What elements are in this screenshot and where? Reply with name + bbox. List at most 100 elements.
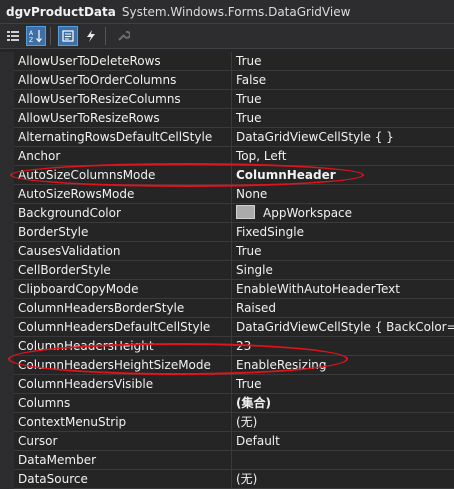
row-gutter xyxy=(0,261,14,280)
property-value[interactable]: True xyxy=(232,90,454,109)
property-name[interactable]: AlternatingRowsDefaultCellStyle xyxy=(14,128,232,147)
property-name[interactable]: CausesValidation xyxy=(14,242,232,261)
property-name[interactable]: ColumnHeadersHeightSizeMode xyxy=(14,356,232,375)
row-gutter xyxy=(0,185,14,204)
property-name[interactable]: AllowUserToResizeRows xyxy=(14,109,232,128)
property-row[interactable]: DataMember xyxy=(0,451,454,470)
property-name[interactable]: AutoSizeRowsMode xyxy=(14,185,232,204)
row-gutter xyxy=(0,166,14,185)
property-value[interactable]: DataGridViewCellStyle { } xyxy=(232,128,454,147)
property-name[interactable]: AutoSizeColumnsMode xyxy=(14,166,232,185)
property-row[interactable]: AlternatingRowsDefaultCellStyle DataGridV… xyxy=(0,128,454,147)
row-gutter xyxy=(0,71,14,90)
properties-icon[interactable] xyxy=(58,26,78,46)
color-swatch xyxy=(236,205,255,219)
property-row[interactable]: ColumnHeadersHeightSizeMode EnableResizin… xyxy=(0,356,454,375)
row-gutter xyxy=(0,242,14,261)
property-value[interactable]: (集合) xyxy=(232,394,454,413)
property-row[interactable]: DataSource (无) xyxy=(0,470,454,489)
property-value[interactable]: Default xyxy=(232,432,454,451)
property-name[interactable]: Anchor xyxy=(14,147,232,166)
property-name[interactable]: AllowUserToResizeColumns xyxy=(14,90,232,109)
property-value[interactable]: (无) xyxy=(232,470,454,489)
property-value[interactable]: EnableResizing xyxy=(232,356,454,375)
row-gutter xyxy=(0,375,14,394)
property-row[interactable]: AllowUserToResizeColumns True xyxy=(0,90,454,109)
row-gutter xyxy=(0,394,14,413)
property-row[interactable]: CellBorderStyle Single xyxy=(0,261,454,280)
property-value[interactable]: True xyxy=(232,52,454,71)
property-row[interactable]: Cursor Default xyxy=(0,432,454,451)
toolbar-separator xyxy=(50,27,51,45)
property-value[interactable]: EnableWithAutoHeaderText xyxy=(232,280,454,299)
alphabetical-icon[interactable]: A Z xyxy=(26,26,46,46)
property-value[interactable]: ColumnHeader xyxy=(232,166,454,185)
property-value[interactable]: True xyxy=(232,242,454,261)
row-gutter xyxy=(0,318,14,337)
property-name[interactable]: Cursor xyxy=(14,432,232,451)
property-row[interactable]: AllowUserToOrderColumns False xyxy=(0,71,454,90)
property-value[interactable]: True xyxy=(232,375,454,394)
property-row[interactable]: ColumnHeadersVisible True xyxy=(0,375,454,394)
row-gutter xyxy=(0,299,14,318)
row-gutter xyxy=(0,52,14,71)
row-gutter xyxy=(0,147,14,166)
property-row[interactable]: AllowUserToResizeRows True xyxy=(0,109,454,128)
property-row[interactable]: CausesValidation True xyxy=(0,242,454,261)
property-row[interactable]: Anchor Top, Left xyxy=(0,147,454,166)
row-gutter xyxy=(0,128,14,147)
property-value[interactable]: FixedSingle xyxy=(232,223,454,242)
property-name[interactable]: ContextMenuStrip xyxy=(14,413,232,432)
property-name[interactable]: ColumnHeadersBorderStyle xyxy=(14,299,232,318)
property-row[interactable]: ColumnHeadersDefaultCellStyle DataGridVie… xyxy=(0,318,454,337)
property-name[interactable]: BackgroundColor xyxy=(14,204,232,223)
property-row[interactable]: Columns (集合) xyxy=(0,394,454,413)
property-row[interactable]: ColumnHeadersBorderStyle Raised xyxy=(0,299,454,318)
row-gutter xyxy=(0,413,14,432)
row-gutter xyxy=(0,204,14,223)
property-name[interactable]: ColumnHeadersDefaultCellStyle xyxy=(14,318,232,337)
object-name: dgvProductData xyxy=(6,4,116,19)
property-value[interactable]: Top, Left xyxy=(232,147,454,166)
property-name[interactable]: ColumnHeadersHeight xyxy=(14,337,232,356)
property-value[interactable]: True xyxy=(232,109,454,128)
row-gutter xyxy=(0,90,14,109)
row-gutter xyxy=(0,280,14,299)
row-gutter xyxy=(0,356,14,375)
categorized-icon[interactable] xyxy=(3,26,23,46)
property-name[interactable]: DataSource xyxy=(14,470,232,489)
property-name[interactable]: BorderStyle xyxy=(14,223,232,242)
object-type: System.Windows.Forms.DataGridView xyxy=(121,4,351,19)
property-grid: AllowUserToDeleteRows True AllowUserToOrde… xyxy=(0,49,454,489)
events-icon[interactable] xyxy=(81,26,101,46)
property-name[interactable]: ClipboardCopyMode xyxy=(14,280,232,299)
property-value[interactable]: 23 xyxy=(232,337,454,356)
property-value[interactable]: None xyxy=(232,185,454,204)
property-row[interactable]: ContextMenuStrip (无) xyxy=(0,413,454,432)
property-value[interactable]: Raised xyxy=(232,299,454,318)
row-gutter xyxy=(0,451,14,470)
row-gutter xyxy=(0,337,14,356)
property-row[interactable]: AllowUserToDeleteRows True xyxy=(0,52,454,71)
property-row[interactable]: ClipboardCopyMode EnableWithAutoHeaderTex… xyxy=(0,280,454,299)
property-name[interactable]: AllowUserToOrderColumns xyxy=(14,71,232,90)
property-row[interactable]: AutoSizeColumnsMode ColumnHeader xyxy=(0,166,454,185)
property-name[interactable]: AllowUserToDeleteRows xyxy=(14,52,232,71)
property-row[interactable]: BackgroundColor AppWorkspace xyxy=(0,204,454,223)
row-gutter xyxy=(0,109,14,128)
property-value[interactable]: AppWorkspace xyxy=(232,204,454,223)
property-name[interactable]: CellBorderStyle xyxy=(14,261,232,280)
property-row[interactable]: BorderStyle FixedSingle xyxy=(0,223,454,242)
property-row[interactable]: ColumnHeadersHeight 23 xyxy=(0,337,454,356)
property-value[interactable]: DataGridViewCellStyle { BackColor=Co xyxy=(232,318,454,337)
property-value[interactable]: Single xyxy=(232,261,454,280)
property-name[interactable]: DataMember xyxy=(14,451,232,470)
property-value[interactable] xyxy=(232,451,454,470)
property-name[interactable]: ColumnHeadersVisible xyxy=(14,375,232,394)
property-name[interactable]: Columns xyxy=(14,394,232,413)
property-row[interactable]: AutoSizeRowsMode None xyxy=(0,185,454,204)
property-value[interactable]: False xyxy=(232,71,454,90)
property-grid-header: dgvProductData System.Windows.Forms.Data… xyxy=(0,0,454,24)
property-value[interactable]: (无) xyxy=(232,413,454,432)
property-pages-icon[interactable] xyxy=(113,26,133,46)
